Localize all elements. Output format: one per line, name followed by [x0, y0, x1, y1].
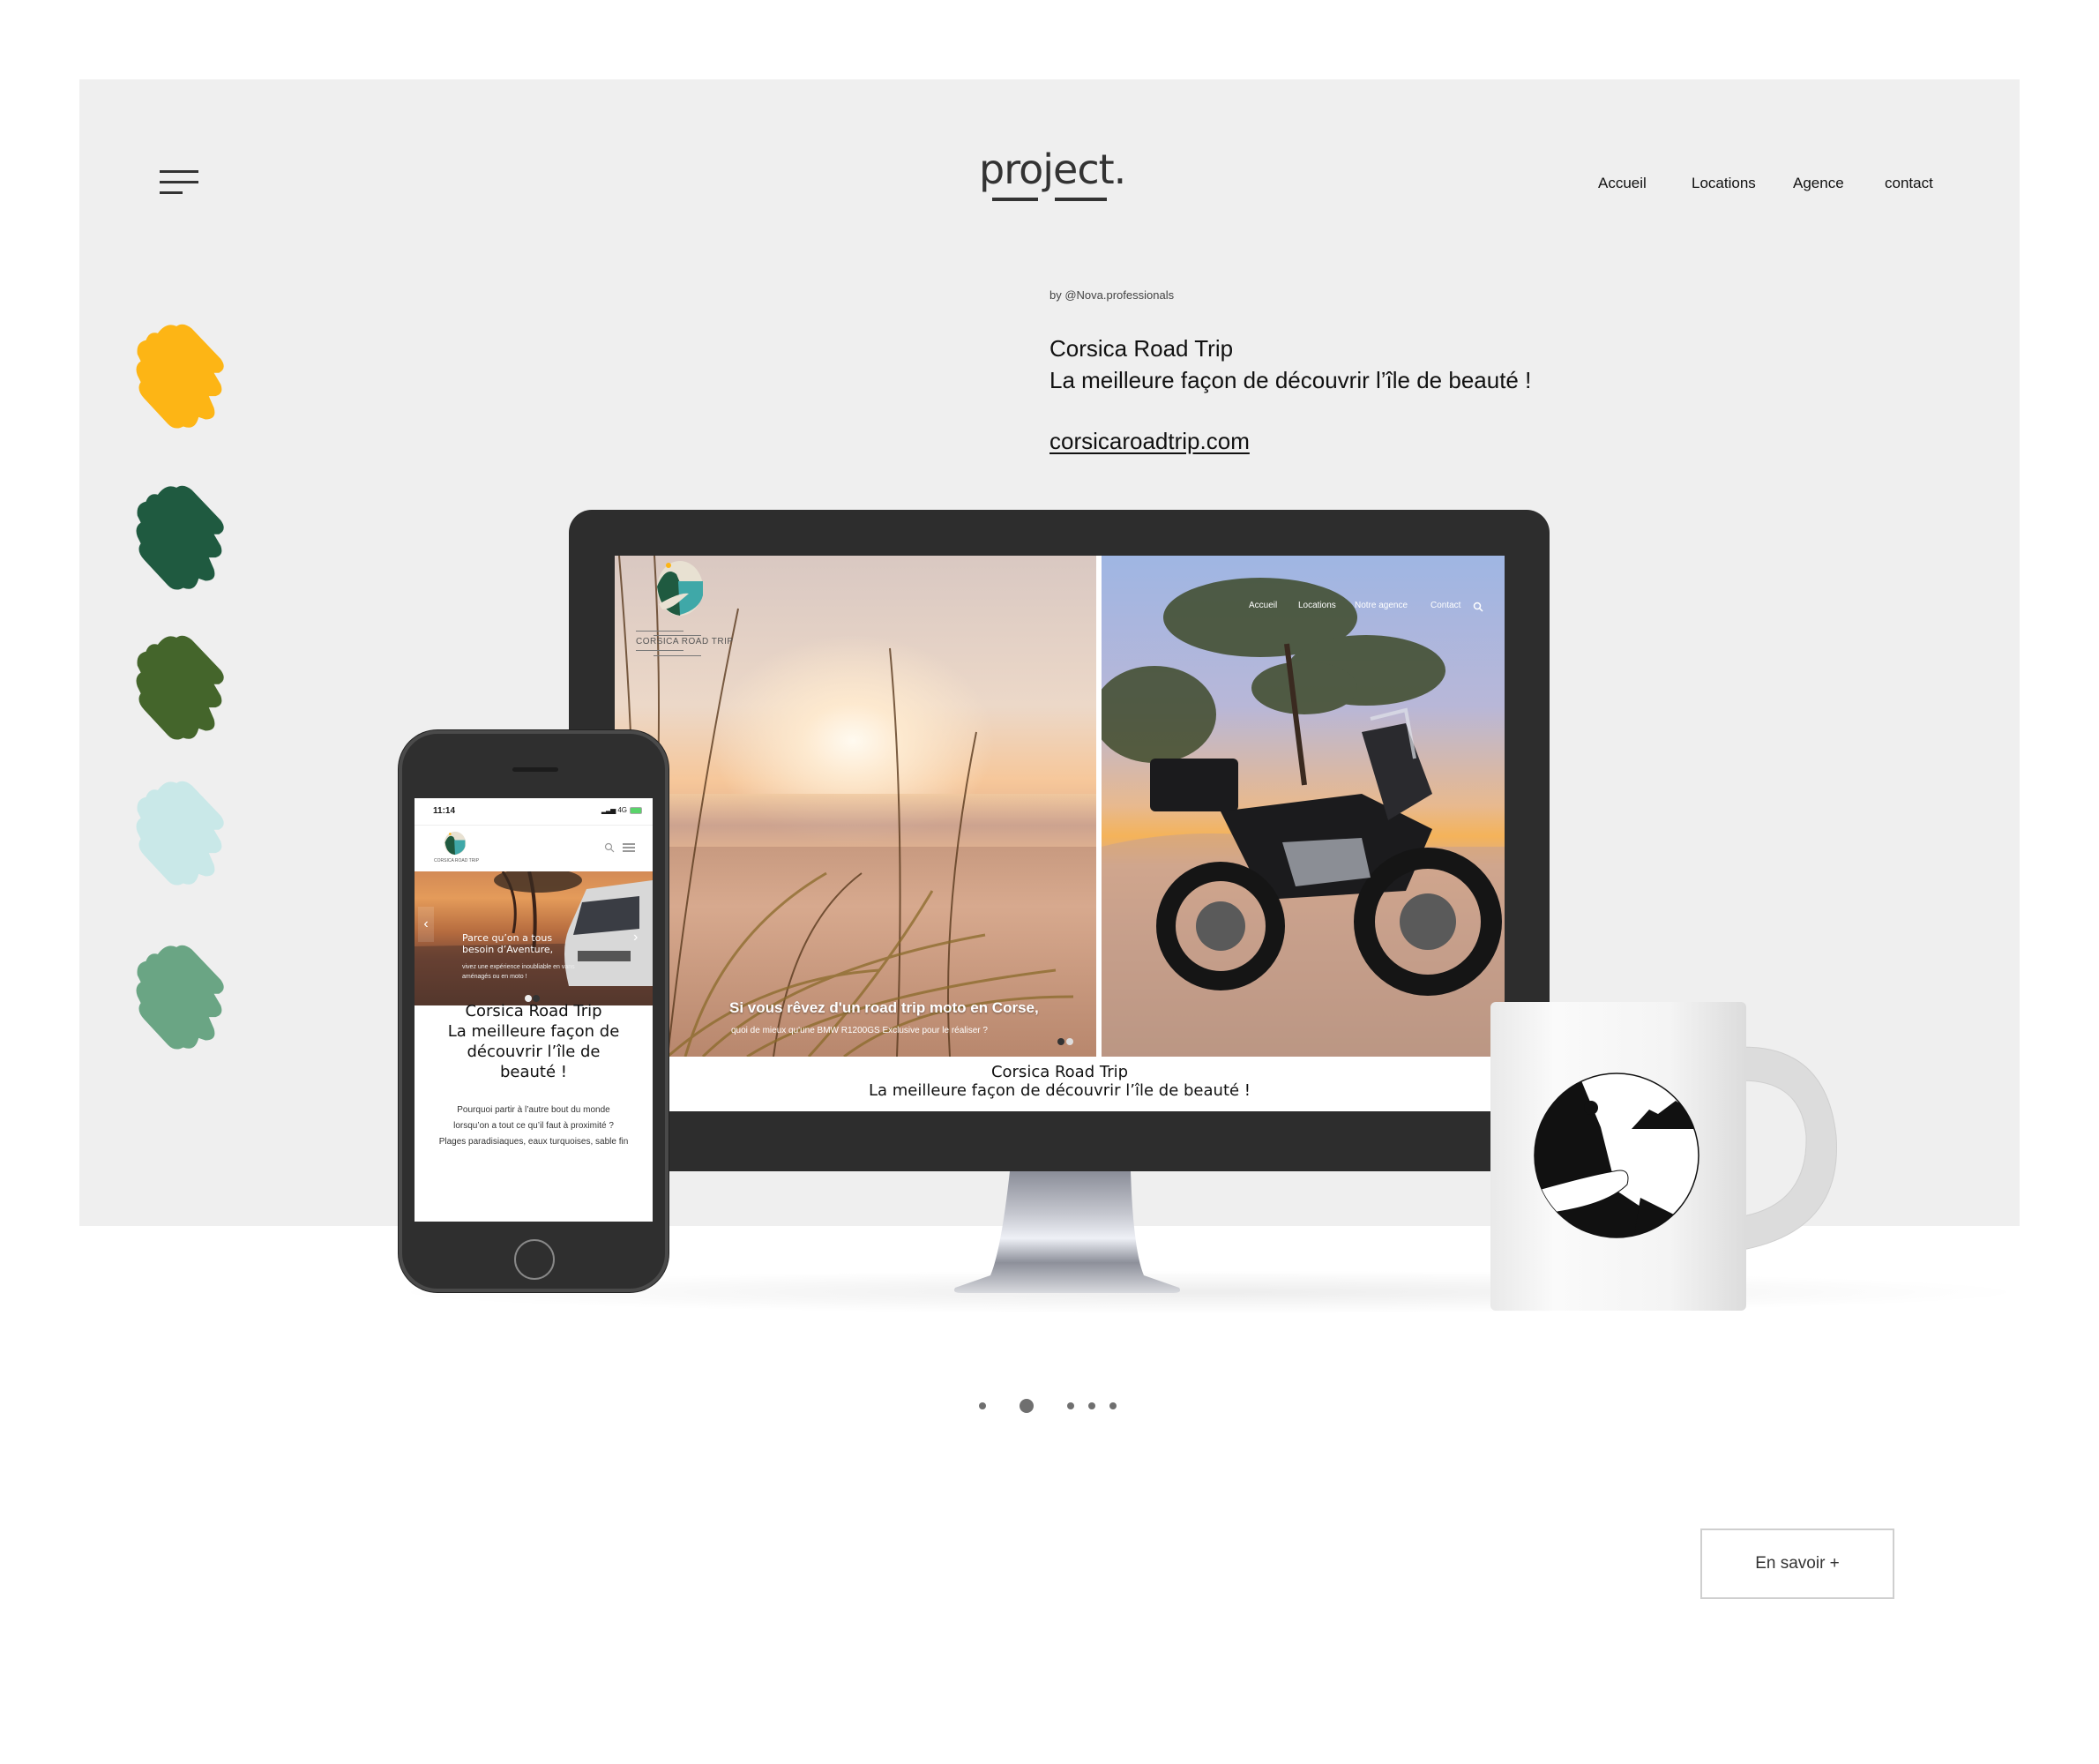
screen-nav-notre-agence[interactable]: Notre agence — [1355, 601, 1408, 610]
slider-dot-active[interactable] — [1066, 1038, 1073, 1045]
pager-dot[interactable] — [1067, 1402, 1074, 1409]
brand-logo[interactable]: project. — [979, 146, 1126, 193]
motorcycle-photo — [1150, 707, 1502, 996]
mobile-page-title: Corsica Road Trip La meilleure façon de … — [447, 1002, 620, 1081]
signal-icon: ▂▃▅ — [601, 806, 616, 814]
mobile-hero-title: Parce qu’on a tous besoin d’Aventure, — [462, 932, 554, 955]
intro-title: Corsica Road Trip La meilleure façon de … — [1050, 333, 1531, 396]
phone-speaker — [512, 767, 558, 772]
menu-icon[interactable] — [623, 843, 635, 852]
mobile-phone-mockup: 11:14 ▂▃▅ 4G CORSICA ROAD TRIP ‹ › Parce… — [399, 730, 669, 1292]
nav-contact[interactable]: contact — [1885, 175, 1933, 192]
hero-subcaption: quoi de mieux qu'une BMW R1200GS Exclusi… — [731, 1026, 988, 1035]
battery-icon — [630, 806, 642, 814]
mobile-screen: 11:14 ▂▃▅ 4G CORSICA ROAD TRIP ‹ › Parce… — [415, 798, 653, 1222]
pager-dot-active[interactable] — [1020, 1399, 1034, 1413]
desktop-monitor-mockup: CORSICA ROAD TRIP Si vous rêvez d'un roa… — [569, 510, 1550, 1171]
hero-slide-motorcycle: › — [1102, 556, 1505, 1057]
byline: by @Nova.professionals — [1050, 288, 1175, 302]
pager-dot[interactable] — [1109, 1402, 1117, 1409]
nav-locations[interactable]: Locations — [1692, 175, 1756, 192]
color-swatch-sage-green[interactable] — [132, 940, 228, 1057]
carousel-pager — [970, 1397, 1147, 1415]
screen-nav-contact[interactable]: Contact — [1430, 601, 1460, 610]
search-icon[interactable] — [604, 842, 615, 853]
color-swatch-yellow[interactable] — [132, 319, 228, 436]
screen-logo-text: CORSICA ROAD TRIP — [636, 637, 734, 647]
screen-nav-accueil[interactable]: Accueil — [1249, 601, 1277, 610]
intro-title-line1: Corsica Road Trip — [1050, 335, 1234, 362]
corsica-road-trip-logo — [657, 561, 703, 616]
home-button[interactable] — [514, 1239, 555, 1280]
search-icon[interactable] — [1473, 602, 1483, 612]
menu-icon[interactable] — [160, 170, 198, 197]
brand-underline — [992, 198, 1038, 201]
mobile-body-text: Pourquoi partir à l’autre bout du monde … — [438, 1105, 629, 1147]
brand-underline — [1055, 198, 1107, 201]
network-label: 4G — [617, 806, 627, 814]
phone-logo-text: CORSICA ROAD TRIP — [434, 858, 480, 863]
hero-caption: Si vous rêvez d'un road trip moto en Cor… — [729, 999, 1039, 1016]
corsica-road-trip-logo — [444, 831, 467, 856]
learn-more-button[interactable]: En savoir + — [1700, 1529, 1894, 1599]
screen-nav-locations[interactable]: Locations — [1298, 601, 1336, 610]
nav-agence[interactable]: Agence — [1793, 175, 1844, 192]
hero-slide-beach: CORSICA ROAD TRIP Si vous rêvez d'un roa… — [615, 556, 1096, 1057]
nav-accueil[interactable]: Accueil — [1598, 175, 1647, 192]
slider-dot[interactable] — [1057, 1038, 1064, 1045]
screen-page-title: Corsica Road Trip La meilleure façon de … — [868, 1063, 1251, 1100]
color-swatch-pale-aqua[interactable] — [132, 776, 228, 893]
status-time: 11:14 — [433, 806, 456, 816]
mug-mockup — [1490, 1002, 1837, 1311]
monitor-stand — [953, 1171, 1181, 1293]
slider-next-arrow[interactable]: › — [633, 929, 646, 946]
website-link[interactable]: corsicaroadtrip.com — [1050, 428, 1250, 455]
desktop-screen: CORSICA ROAD TRIP Si vous rêvez d'un roa… — [615, 556, 1505, 1111]
beach-grass-illustration — [618, 556, 1074, 1057]
mobile-hero-subtitle: vivez une expérience inoubliable en vans… — [462, 964, 575, 980]
pager-dot[interactable] — [979, 1402, 986, 1409]
color-swatch-olive-green[interactable] — [132, 631, 228, 747]
status-bar: 11:14 ▂▃▅ 4G — [415, 798, 653, 826]
hero-slider-dots — [1057, 1038, 1073, 1045]
intro-title-line2: La meilleure façon de découvrir l’île de… — [1050, 367, 1532, 393]
pager-dot[interactable] — [1088, 1402, 1095, 1409]
slider-prev-arrow[interactable]: ‹ — [418, 907, 434, 942]
color-swatch-dark-green[interactable] — [132, 481, 228, 597]
mobile-hero-slide: ‹ › Parce qu’on a tous besoin d’Aventure… — [415, 871, 653, 1005]
